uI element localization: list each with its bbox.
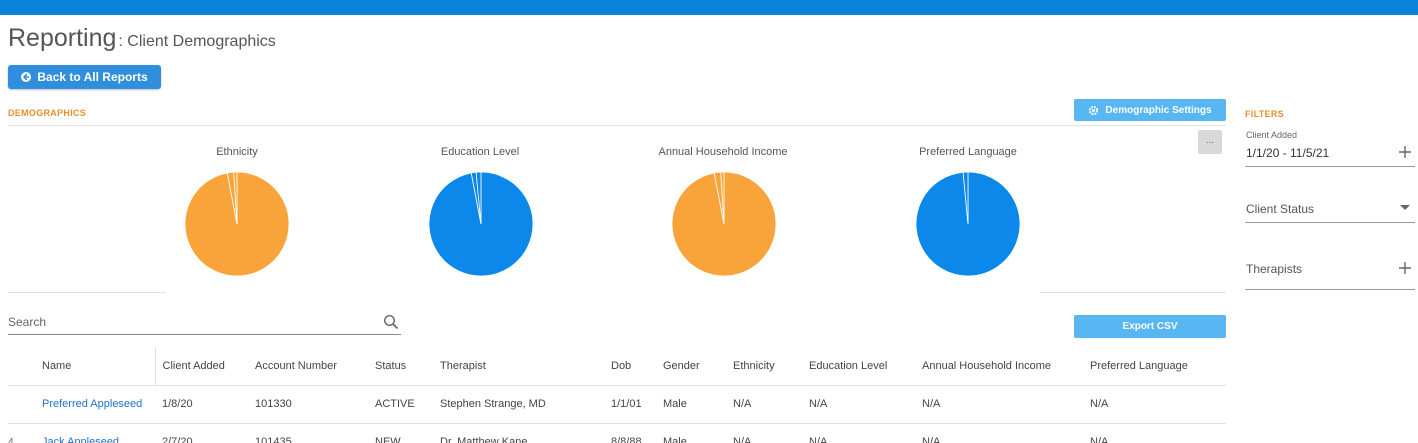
cell-dob: 1/1/01 (611, 385, 663, 424)
column-header-status[interactable]: Status (375, 347, 440, 386)
cell-gender: Male (663, 385, 733, 424)
cell-client-added: 1/8/20 (155, 385, 255, 424)
client-status-underline (1245, 222, 1415, 223)
cell-education-level: N/A (809, 385, 922, 424)
demographic-settings-button[interactable]: Demographic Settings (1074, 99, 1226, 121)
pie-title-education-level: Education Level (440, 146, 520, 158)
cell-gender: Male (663, 423, 733, 443)
cell-preferred-language: N/A (1090, 385, 1226, 424)
table-header-row: Name Client Added Account Number Status … (8, 347, 1226, 386)
cell-dob: 8/8/88 (611, 423, 663, 443)
pie-title-preferred-language: Preferred Language (919, 146, 1017, 158)
client-added-underline (1245, 166, 1415, 167)
add-therapist-icon[interactable] (1398, 261, 1412, 275)
cell-therapist: Dr. Matthew Kane (440, 423, 611, 443)
cell-therapist: Stephen Strange, MD (440, 385, 611, 424)
pie-chart-education-level (428, 171, 534, 277)
row-number (8, 385, 42, 424)
back-arrow-icon (21, 72, 32, 82)
back-button-label: Back to All Reports (37, 70, 148, 84)
cell-education-level: N/A (809, 423, 922, 443)
pie-title-ethnicity: Ethnicity (216, 146, 258, 158)
cell-ethnicity: N/A (733, 385, 809, 424)
column-header-name[interactable]: Name (42, 347, 155, 386)
client-name-link[interactable]: Jack Appleseed (42, 423, 155, 443)
client-added-label: Client Added (1246, 130, 1298, 140)
table-row[interactable]: Preferred Appleseed 1/8/20 101330 ACTIVE… (8, 385, 1226, 424)
page-title-main: Reporting (8, 24, 117, 52)
column-header-therapist[interactable]: Therapist (440, 347, 611, 386)
search-icon[interactable] (383, 314, 399, 330)
column-header-preferred-language[interactable]: Preferred Language (1090, 347, 1226, 386)
pie-chart-annual-household-income (671, 171, 777, 277)
clients-table: Name Client Added Account Number Status … (8, 347, 1226, 443)
client-status-select[interactable]: Client Status (1246, 202, 1314, 216)
page-title: Reporting: Client Demographics (8, 24, 276, 53)
cell-annual-household-income: N/A (922, 423, 1090, 443)
export-csv-button[interactable]: Export CSV (1074, 315, 1226, 338)
cell-account-number: 101330 (255, 385, 375, 424)
more-options-button[interactable]: ... (1198, 130, 1222, 154)
pie-chart-preferred-language (915, 171, 1021, 277)
cell-status: ACTIVE (375, 385, 440, 424)
search-input[interactable] (8, 312, 368, 332)
cell-status: NEW (375, 423, 440, 443)
chart-divider-right (1040, 292, 1226, 293)
cell-ethnicity: N/A (733, 423, 809, 443)
column-header-client-added[interactable]: Client Added (154, 347, 255, 386)
pie-chart-ethnicity (184, 171, 290, 277)
row-number: 4 (8, 423, 42, 443)
column-header-account-number[interactable]: Account Number (255, 347, 375, 386)
demographic-settings-label: Demographic Settings (1105, 104, 1212, 116)
table-row[interactable]: 4 Jack Appleseed 2/7/20 101435 NEW Dr. M… (8, 423, 1226, 443)
cell-client-added: 2/7/20 (155, 423, 255, 443)
add-client-added-icon[interactable] (1398, 145, 1412, 159)
column-header-education-level[interactable]: Education Level (809, 347, 922, 386)
chevron-down-icon[interactable] (1400, 205, 1410, 211)
page-subtitle: : Client Demographics (118, 33, 276, 50)
pie-title-annual-household-income: Annual Household Income (658, 146, 788, 158)
column-header-annual-household-income[interactable]: Annual Household Income (922, 347, 1090, 386)
gear-icon (1089, 105, 1099, 115)
header-row-number (8, 347, 42, 386)
back-to-reports-button[interactable]: Back to All Reports (8, 65, 161, 89)
top-bar (0, 0, 1418, 15)
search-box (8, 312, 401, 335)
column-header-ethnicity[interactable]: Ethnicity (733, 347, 809, 386)
client-added-value[interactable]: 1/1/20 - 11/5/21 (1246, 146, 1329, 160)
therapists-filter[interactable]: Therapists (1246, 262, 1302, 276)
client-name-link[interactable]: Preferred Appleseed (42, 385, 155, 424)
column-header-dob[interactable]: Dob (611, 347, 663, 386)
therapists-underline (1245, 289, 1415, 290)
demographics-divider (8, 125, 1226, 126)
chart-divider-left (8, 292, 166, 293)
column-header-gender[interactable]: Gender (663, 347, 733, 386)
cell-account-number: 101435 (255, 423, 375, 443)
cell-annual-household-income: N/A (922, 385, 1090, 424)
demographics-section-label: DEMOGRAPHICS (8, 108, 87, 118)
cell-preferred-language: N/A (1090, 423, 1226, 443)
filters-section-label: FILTERS (1245, 109, 1284, 119)
